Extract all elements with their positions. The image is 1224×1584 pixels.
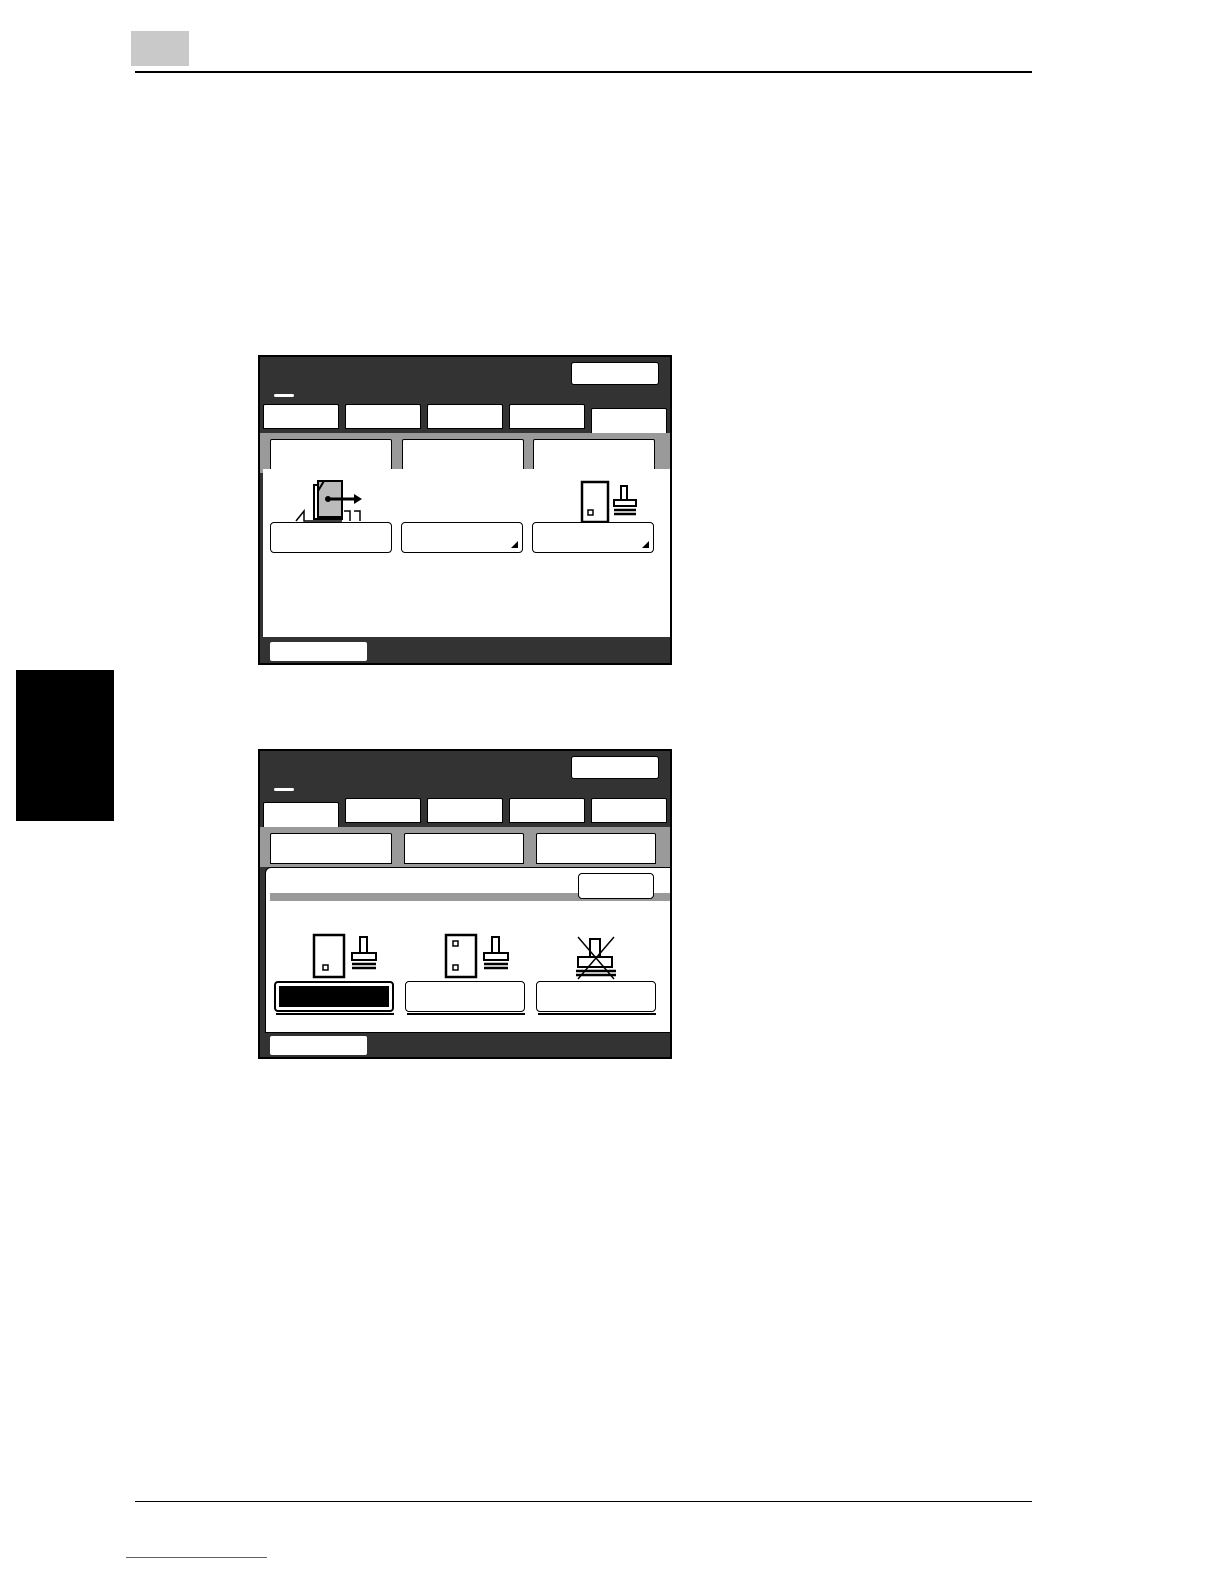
chapter-side-tab (16, 670, 114, 821)
function-tab-4[interactable] (509, 798, 585, 823)
touch-panel-screen-2 (258, 749, 672, 1059)
function-tab-5-active[interactable] (591, 408, 667, 435)
header-rule (135, 71, 1032, 73)
submenu-indicator-icon (511, 541, 518, 548)
page-number-box (131, 31, 189, 66)
function-tab-2[interactable] (345, 798, 421, 823)
function-tab-5[interactable] (591, 798, 667, 823)
function-tab-1[interactable] (263, 404, 339, 429)
header-indicator (274, 394, 294, 397)
function-tab-1-active[interactable] (263, 802, 339, 829)
header-button[interactable] (571, 362, 659, 385)
option-none[interactable] (536, 981, 656, 1012)
sub-tab-3[interactable] (536, 833, 656, 864)
function-tab-2[interactable] (345, 404, 421, 429)
submenu-indicator-icon (642, 541, 649, 548)
footer-status-button[interactable] (270, 642, 367, 661)
button-shadow (538, 1013, 656, 1015)
footer-link[interactable] (126, 1557, 267, 1558)
sub-tab-1[interactable] (270, 439, 392, 470)
no-stamp-icon (576, 936, 616, 980)
sub-tab-1[interactable] (270, 833, 392, 864)
function-tab-3[interactable] (427, 798, 503, 823)
sub-tab-3[interactable] (533, 439, 655, 470)
footer-rule (135, 1501, 1032, 1502)
stamp-two-staple-icon (444, 933, 509, 979)
booklet-button[interactable] (270, 522, 392, 553)
middle-option-button[interactable] (401, 522, 523, 553)
header-button[interactable] (571, 756, 659, 779)
selected-fill (279, 986, 389, 1007)
stamp-one-staple-icon (312, 933, 377, 979)
button-shadow (276, 1013, 394, 1015)
sub-tab-2[interactable] (404, 833, 524, 864)
dialog-ok-button[interactable] (578, 873, 654, 899)
button-shadow (407, 1013, 525, 1015)
function-tab-3[interactable] (427, 404, 503, 429)
function-tab-4[interactable] (509, 404, 585, 429)
booklet-output-icon (295, 480, 362, 522)
footer-status-button[interactable] (270, 1036, 367, 1055)
header-indicator (274, 788, 294, 791)
stamp-single-page-icon (580, 480, 637, 524)
stamp-button[interactable] (532, 522, 654, 553)
option-two-staple[interactable] (405, 981, 525, 1012)
option-one-staple-selected[interactable] (274, 981, 394, 1012)
touch-panel-screen-1 (258, 355, 672, 665)
